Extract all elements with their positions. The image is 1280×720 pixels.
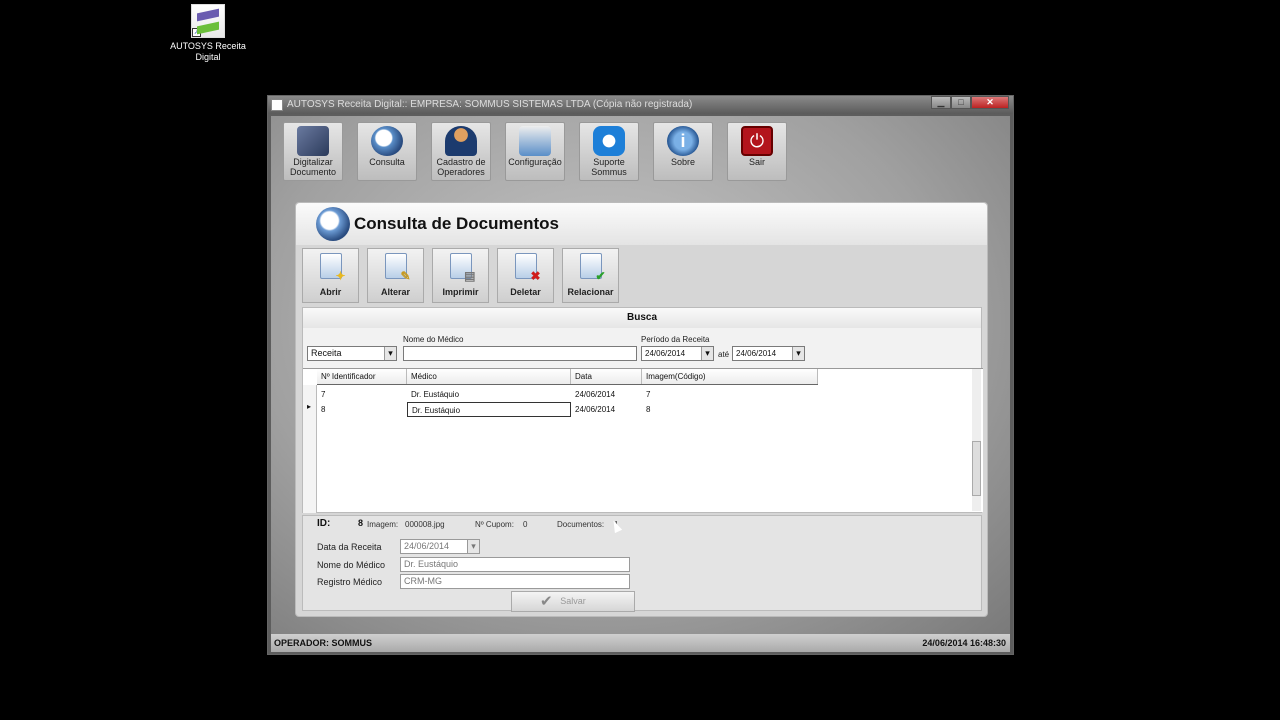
- power-icon: ⏻: [741, 126, 773, 156]
- open-doc-icon: ✦: [319, 253, 346, 283]
- minimize-button[interactable]: ▁: [931, 96, 951, 109]
- suporte-button[interactable]: Suporte Sommus: [579, 122, 639, 181]
- close-button[interactable]: ✕: [971, 96, 1009, 109]
- relacionar-button[interactable]: ✔ Relacionar: [562, 248, 619, 303]
- table-row[interactable]: 7 Dr. Eustáquio 24/06/2014 7: [317, 387, 818, 402]
- configuracao-button[interactable]: Configuração: [505, 122, 565, 181]
- cupom-label: Nº Cupom:: [475, 520, 514, 529]
- status-bar: OPERADOR: SOMMUS 24/06/2014 16:48:30: [271, 634, 1010, 652]
- panel-header: Consulta de Documentos: [296, 203, 987, 245]
- documents-table: Nº Identificador Médico Data Imagem(Códi…: [303, 368, 983, 513]
- row-pointer-icon: ▸: [307, 402, 312, 411]
- datetime-status: 24/06/2014 16:48:30: [922, 638, 1006, 648]
- registro-medico-field[interactable]: CRM-MG: [400, 574, 630, 589]
- check-icon: ✔: [595, 269, 606, 283]
- checkmark-icon: ✔: [540, 593, 553, 610]
- salvar-button[interactable]: ✔ Salvar: [511, 591, 635, 612]
- nome-medico-field[interactable]: Dr. Eustáquio: [400, 557, 630, 572]
- cupom-value: 0: [523, 520, 528, 529]
- data-receita-field[interactable]: 24/06/2014: [400, 539, 480, 554]
- cell-medico: Dr. Eustáquio: [411, 390, 460, 399]
- printer-icon: ▤: [464, 269, 476, 283]
- alterar-button[interactable]: ✎ Alterar: [367, 248, 424, 303]
- cell-data: 24/06/2014: [575, 405, 616, 414]
- user-icon: [445, 126, 477, 156]
- busca-title: Busca: [303, 308, 981, 328]
- documentos-label: Documentos:: [557, 520, 605, 529]
- pencil-icon: ✎: [400, 269, 411, 283]
- cell-medico[interactable]: Dr. Eustáquio: [407, 402, 571, 417]
- print-doc-icon: ▤: [449, 253, 476, 283]
- medico-label: Nome do Médico: [403, 335, 464, 344]
- cell-imagem: 8: [646, 405, 651, 414]
- title-bar[interactable]: AUTOSYS Receita Digital:: EMPRESA: SOMMU…: [268, 96, 1013, 114]
- table-header: Nº Identificador Médico Data Imagem(Códi…: [317, 369, 818, 385]
- cell-data: 24/06/2014: [575, 390, 616, 399]
- delete-doc-icon: ✖: [514, 253, 541, 283]
- desktop-shortcut-label: AUTOSYS Receita Digital: [170, 41, 246, 62]
- edit-doc-icon: ✎: [384, 253, 411, 283]
- app-icon: [271, 99, 283, 111]
- desktop-shortcut[interactable]: ↗ AUTOSYS Receita Digital: [168, 4, 248, 63]
- sair-button[interactable]: ⏻ Sair: [727, 122, 787, 181]
- window-title: AUTOSYS Receita Digital:: EMPRESA: SOMMU…: [287, 99, 693, 110]
- column-header[interactable]: Data: [571, 369, 642, 384]
- imagem-value: 000008.jpg: [405, 520, 445, 529]
- consulta-button[interactable]: Consulta: [357, 122, 417, 181]
- cadastro-operadores-button[interactable]: Cadastro de Operadores: [431, 122, 491, 181]
- column-header[interactable]: Imagem(Código): [642, 369, 818, 384]
- vertical-scrollbar[interactable]: [972, 369, 981, 511]
- support-icon: [593, 126, 625, 156]
- app-window: AUTOSYS Receita Digital:: EMPRESA: SOMMU…: [267, 95, 1014, 655]
- sobre-button[interactable]: i Sobre: [653, 122, 713, 181]
- main-toolbar: Digitalizar Documento Consulta Cadastro …: [283, 122, 787, 181]
- search-doc-icon: [316, 207, 350, 241]
- medico-input[interactable]: [403, 346, 637, 361]
- column-header[interactable]: Médico: [407, 369, 571, 384]
- digitalizar-button[interactable]: Digitalizar Documento: [283, 122, 343, 181]
- page-title: Consulta de Documentos: [354, 214, 559, 233]
- ate-label: até: [718, 350, 730, 359]
- scroll-thumb[interactable]: [972, 441, 981, 496]
- row-selector-column: ▸: [303, 385, 317, 513]
- data-inicio-select[interactable]: 24/06/2014: [641, 346, 714, 361]
- search-doc-icon: [371, 126, 403, 156]
- data-receita-label: Data da Receita: [317, 542, 382, 552]
- link-doc-icon: ✔: [579, 253, 606, 283]
- action-toolbar: ✦ Abrir ✎ Alterar ▤ Imprimir ✖ Deletar ✔ Rela…: [302, 248, 619, 303]
- detail-section: ID: 8 Imagem: 000008.jpg Nº Cupom: 0 Doc…: [302, 515, 982, 612]
- id-value: 8: [358, 518, 364, 528]
- imagem-label: Imagem:: [367, 520, 399, 529]
- busca-section: Busca Receita Nome do Médico Período da …: [302, 307, 983, 513]
- cell-id: 8: [321, 405, 326, 414]
- tipo-select[interactable]: Receita: [307, 346, 397, 361]
- star-mark-icon: ✦: [335, 269, 346, 283]
- scanner-icon: [297, 126, 329, 156]
- info-icon: i: [667, 126, 699, 156]
- cell-id: 7: [321, 390, 326, 399]
- config-icon: [519, 126, 551, 156]
- abrir-button[interactable]: ✦ Abrir: [302, 248, 359, 303]
- shortcut-arrow-icon: ↗: [192, 28, 201, 37]
- data-fim-select[interactable]: 24/06/2014: [732, 346, 805, 361]
- column-header[interactable]: Nº Identificador: [317, 369, 407, 384]
- nome-medico-label: Nome do Médico: [317, 560, 386, 570]
- id-label: ID:: [317, 518, 331, 529]
- imprimir-button[interactable]: ▤ Imprimir: [432, 248, 489, 303]
- maximize-button[interactable]: □: [951, 96, 971, 109]
- cell-imagem: 7: [646, 390, 651, 399]
- client-area: Digitalizar Documento Consulta Cadastro …: [271, 116, 1010, 634]
- deletar-button[interactable]: ✖ Deletar: [497, 248, 554, 303]
- periodo-label: Período da Receita: [641, 335, 710, 344]
- red-x-icon: ✖: [530, 269, 541, 283]
- registro-medico-label: Registro Médico: [317, 577, 383, 587]
- operador-status: OPERADOR: SOMMUS: [274, 638, 373, 648]
- table-row[interactable]: 8 Dr. Eustáquio 24/06/2014 8: [317, 402, 818, 417]
- autosys-app-icon: ↗: [191, 4, 225, 38]
- consulta-panel: Consulta de Documentos ✦ Abrir ✎ Alterar ▤…: [295, 202, 988, 617]
